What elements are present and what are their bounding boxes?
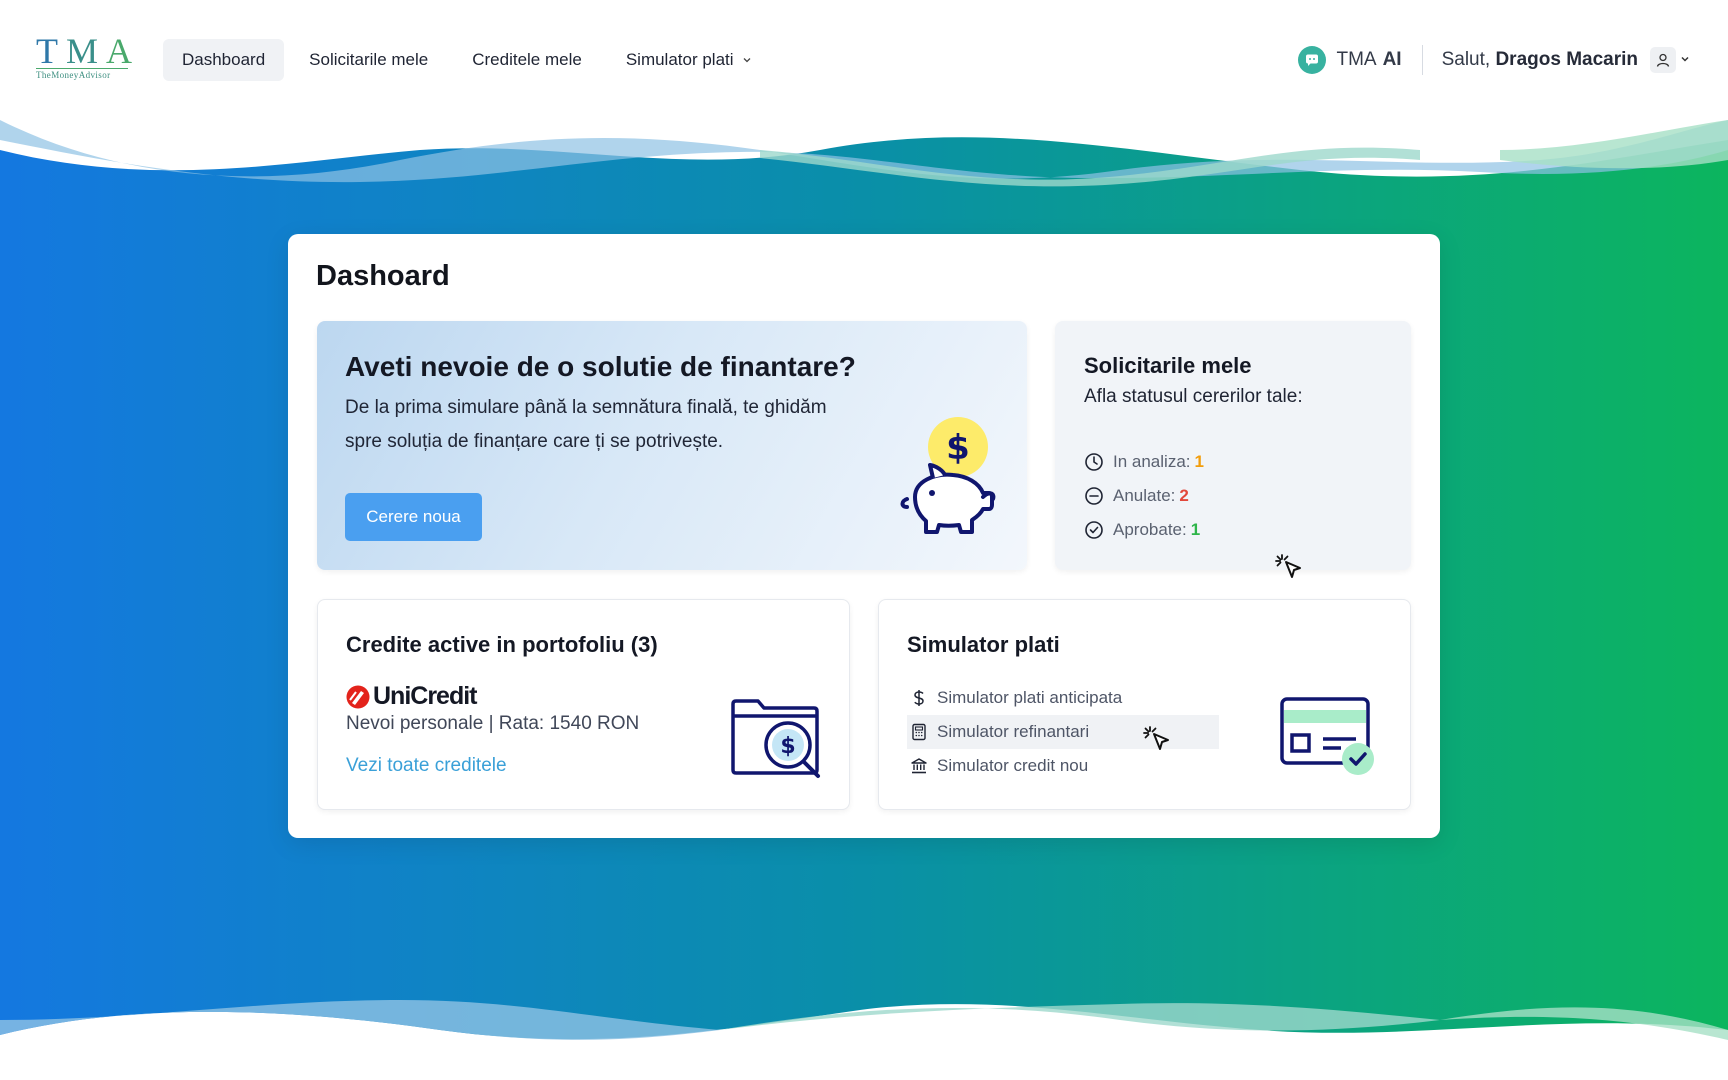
simulator-item-label: Simulator refinantari — [937, 722, 1090, 741]
user-menu-button[interactable] — [1650, 47, 1690, 73]
status-count: 2 — [1179, 486, 1189, 505]
nav-creditele-label: Creditele mele — [472, 50, 582, 69]
chevron-down-icon — [742, 55, 752, 65]
clock-icon — [1085, 453, 1103, 471]
new-request-button[interactable]: Cerere noua — [345, 493, 482, 541]
request-status-list: In analiza: 1 Anulate: 2 Aprobate: 1 — [1084, 445, 1204, 547]
unicredit-mark-icon — [346, 685, 370, 708]
tma-ai-suffix: AI — [1382, 49, 1402, 70]
page-title: Dashoard — [316, 260, 450, 292]
unicredit-logo: UniCredit — [346, 682, 477, 711]
piggy-bank-icon: $ — [900, 417, 996, 534]
active-credits-panel: Credite active in portofoliu (3) UniCred… — [317, 599, 850, 810]
status-count: 1 — [1194, 452, 1204, 471]
status-count: 1 — [1190, 520, 1201, 539]
tma-ai-prefix: TMA — [1336, 49, 1377, 70]
header-divider — [1421, 45, 1423, 75]
view-all-credits-link[interactable]: Vezi toate creditele — [346, 755, 507, 777]
credit-card-check-icon — [1280, 697, 1374, 775]
coin-symbol: $ — [946, 428, 970, 468]
user-name: Dragos Macarin — [1495, 49, 1638, 70]
status-label: Aprobate: — [1113, 520, 1187, 539]
chat-bubble-icon — [1298, 46, 1327, 74]
credit-summary: Nevoi personale | Rata: 1540 RON — [346, 713, 640, 734]
simulator-early-payment-item[interactable]: Simulator plati anticipata — [907, 681, 1219, 715]
user-icon — [1650, 47, 1676, 73]
main-nav: Dashboard Solicitarile mele Creditele me… — [163, 39, 771, 81]
status-cancelled[interactable]: Anulate: 2 — [1084, 479, 1204, 513]
tma-ai-button[interactable]: TMA AI — [1298, 46, 1402, 74]
nav-simulator-label: Simulator plati — [625, 50, 734, 69]
financing-hero-panel: Aveti nevoie de o solutie de finantare? … — [317, 321, 1027, 570]
cursor-click-icon — [1275, 554, 1301, 578]
user-greeting: Salut, Dragos Macarin — [1442, 49, 1638, 71]
status-label: Anulate: — [1113, 486, 1176, 505]
greeting-text: Salut, — [1441, 49, 1491, 70]
nav-dashboard-label: Dashboard — [182, 50, 266, 69]
cursor-click-icon — [1143, 726, 1169, 750]
hero-title: Aveti nevoie de o solutie de finantare? — [345, 351, 856, 382]
nav-creditele-mele[interactable]: Creditele mele — [453, 39, 601, 81]
status-in-analysis[interactable]: In analiza: 1 — [1084, 445, 1204, 479]
requests-lead: Afla statusul cererilor tale: — [1084, 386, 1303, 407]
dashboard-card: Dashoard Aveti nevoie de o solutie de fi… — [288, 234, 1440, 838]
minus-circle-icon — [1085, 487, 1103, 505]
my-requests-panel: Solicitarile mele Afla statusul cererilo… — [1055, 321, 1411, 570]
folder-search-icon: $ — [731, 699, 820, 778]
top-navigation-bar: TMA TheMoneyAdvisor Dashboard Solicitari… — [0, 0, 1728, 120]
status-approved[interactable]: Aprobate: 1 — [1084, 513, 1204, 547]
nav-solicitarile-mele[interactable]: Solicitarile mele — [290, 39, 447, 81]
check-circle-icon — [1085, 521, 1103, 539]
calculator-icon — [909, 723, 929, 741]
bank-icon — [909, 757, 929, 775]
nav-simulator-plati-dropdown[interactable]: Simulator plati — [607, 39, 771, 81]
simulator-item-label: Simulator plati anticipata — [937, 688, 1123, 707]
dollar-icon — [909, 689, 929, 707]
credits-title: Credite active in portofoliu (3) — [346, 632, 658, 657]
header-right: TMA AI Salut, Dragos Macarin — [1298, 40, 1690, 80]
coin-symbol: $ — [780, 734, 795, 759]
chevron-down-icon — [1680, 51, 1690, 69]
requests-title: Solicitarile mele — [1084, 353, 1252, 378]
simulator-title: Simulator plati — [907, 632, 1060, 657]
nav-solicitarile-label: Solicitarile mele — [309, 50, 429, 69]
payment-simulator-panel: Simulator plati Simulator plati anticipa… — [878, 599, 1411, 810]
nav-dashboard[interactable]: Dashboard — [163, 39, 285, 81]
tma-logo[interactable]: TMA TheMoneyAdvisor — [36, 32, 132, 84]
bank-name: UniCredit — [373, 682, 477, 710]
simulator-item-label: Simulator credit nou — [937, 756, 1089, 775]
status-label: In analiza: — [1113, 452, 1191, 471]
hero-text: De la prima simulare până la semnătura f… — [345, 397, 827, 452]
logo-wordmark: TMA — [36, 31, 141, 71]
